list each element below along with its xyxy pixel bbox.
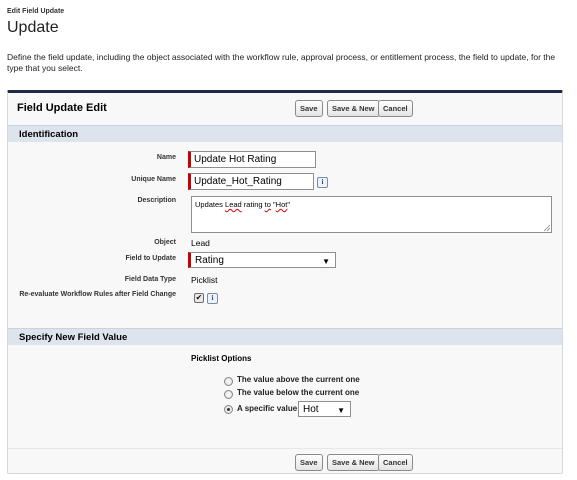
cancel-button-top[interactable]: Cancel bbox=[378, 100, 413, 117]
field-to-update-label: Field to Update bbox=[125, 255, 176, 262]
name-label: Name bbox=[156, 154, 176, 161]
edit-field-update-page: Edit Field Update Update Define the fiel… bbox=[0, 0, 577, 480]
specific-value-text: Hot bbox=[303, 404, 319, 415]
reevaluate-label: Re-evaluate Workflow Rules after Field C… bbox=[19, 291, 176, 298]
picklist-options-label: Picklist Options bbox=[191, 354, 252, 363]
cancel-button-bottom[interactable]: Cancel bbox=[378, 454, 413, 471]
page-subtitle: Edit Field Update bbox=[7, 8, 65, 15]
radio-specific-value-label: A specific value bbox=[237, 404, 298, 413]
save-button-bottom[interactable]: Save bbox=[295, 454, 323, 471]
unique-name-field[interactable]: Update_Hot_Rating bbox=[188, 173, 314, 190]
specific-value-select[interactable]: Hot ▼ bbox=[298, 401, 351, 417]
save-and-new-button-top[interactable]: Save & New bbox=[327, 100, 380, 117]
checkmark-icon: ✔ bbox=[195, 293, 203, 302]
new-value-section-title: Specify New Field Value bbox=[19, 332, 128, 343]
chevron-down-icon: ▼ bbox=[322, 257, 330, 266]
panel-header: Field Update Edit Save Save & New Cancel bbox=[8, 93, 562, 123]
description-text-3: rating bbox=[241, 200, 265, 209]
description-textarea[interactable]: Updates Lead rating to "Hot" bbox=[191, 196, 552, 233]
field-data-type-label: Field Data Type bbox=[124, 276, 176, 283]
identification-section-header: Identification bbox=[8, 125, 562, 142]
footer-divider bbox=[8, 448, 562, 449]
radio-value-above-label: The value above the current one bbox=[237, 375, 360, 384]
reevaluate-info-icon[interactable]: i bbox=[207, 293, 218, 304]
radio-specific-value[interactable] bbox=[224, 405, 233, 414]
name-field[interactable]: Update Hot Rating bbox=[188, 151, 316, 168]
radio-value-below[interactable] bbox=[224, 390, 233, 399]
page-title: Update bbox=[7, 19, 59, 36]
unique-name-info-icon[interactable]: i bbox=[317, 177, 328, 188]
object-value: Lead bbox=[191, 238, 210, 248]
save-and-new-button-bottom[interactable]: Save & New bbox=[327, 454, 380, 471]
field-to-update-value: Rating bbox=[195, 255, 224, 266]
radio-value-above[interactable] bbox=[224, 377, 233, 386]
field-to-update-select[interactable]: Rating ▼ bbox=[188, 252, 336, 268]
resize-grip-icon[interactable] bbox=[544, 225, 550, 231]
field-data-type-value: Picklist bbox=[191, 275, 218, 285]
field-update-edit-panel: Field Update Edit Save Save & New Cancel… bbox=[7, 90, 563, 474]
description-text-2: Lead bbox=[225, 200, 242, 209]
chevron-down-icon: ▼ bbox=[337, 406, 345, 415]
unique-name-label: Unique Name bbox=[131, 176, 176, 183]
new-value-section-header: Specify New Field Value bbox=[8, 328, 562, 345]
object-label: Object bbox=[154, 239, 176, 246]
save-button-top[interactable]: Save bbox=[295, 100, 323, 117]
identification-section-title: Identification bbox=[19, 129, 79, 140]
description-text-7: " bbox=[287, 200, 291, 209]
description-text-6: Hot bbox=[275, 200, 288, 209]
description-text-1: Updates bbox=[195, 200, 226, 209]
reevaluate-checkbox[interactable]: ✔ bbox=[194, 293, 204, 303]
description-label: Description bbox=[137, 197, 176, 204]
panel-title: Field Update Edit bbox=[17, 102, 107, 114]
page-description: Define the field update, including the o… bbox=[7, 52, 556, 73]
radio-value-below-label: The value below the current one bbox=[237, 388, 360, 397]
